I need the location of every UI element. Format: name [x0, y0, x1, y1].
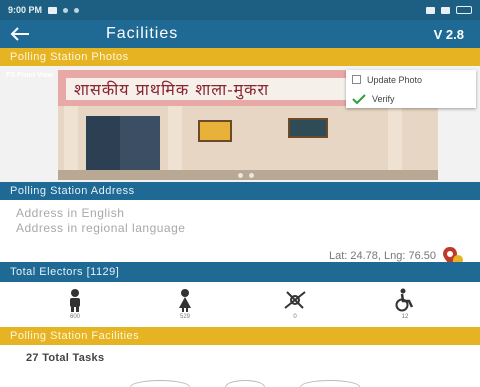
sim-icon	[48, 6, 58, 14]
photo-column	[64, 106, 78, 180]
verify-label: Verify	[372, 93, 395, 104]
female-voter-icon	[179, 289, 191, 312]
male-voter-count: 600	[69, 314, 80, 320]
female-voter-count: 529	[179, 314, 190, 320]
nav-back-button[interactable]	[130, 380, 190, 387]
checkmark-icon	[352, 93, 366, 104]
app-version: V 2.8	[433, 26, 464, 42]
nav-recents-button[interactable]	[300, 380, 360, 387]
photo-notice-painting	[258, 126, 368, 168]
address-english[interactable]: Address in English	[16, 206, 464, 221]
app-bar: Facilities V 2.8	[0, 20, 480, 48]
coordinates-text: Lat: 24.78, Lng: 76.50	[328, 250, 436, 262]
male-voters[interactable]: 600	[62, 288, 88, 320]
notification-icon	[74, 7, 80, 13]
back-button[interactable]	[10, 22, 46, 46]
arrow-left-icon	[10, 27, 29, 41]
verify-option[interactable]: Verify	[346, 89, 476, 108]
photo-column	[388, 106, 402, 180]
male-voter-icon	[70, 289, 80, 312]
total-tasks[interactable]: 27 Total Tasks	[26, 352, 104, 364]
female-voters[interactable]: 529	[172, 288, 198, 320]
pwd-voters[interactable]: 12	[392, 288, 418, 320]
carousel-dot	[238, 173, 243, 178]
electors-breakdown: 600 529 0 12	[0, 283, 480, 325]
third-gender-voters[interactable]: 0	[282, 288, 308, 320]
battery-icon	[456, 6, 472, 14]
third-gender-icon	[284, 291, 306, 309]
photo-options-menu: Update Photo Verify	[346, 70, 476, 108]
update-photo-option[interactable]: Update Photo	[346, 70, 476, 89]
photo-signboard: शासकीय प्राथमिक शाला-मुकरा	[66, 78, 366, 100]
status-bar: 9:00 PM	[0, 0, 480, 20]
third-gender-voter-count: 0	[293, 314, 297, 320]
signal-icon	[441, 6, 450, 14]
carousel-dot	[249, 173, 254, 178]
status-time: 9:00 PM	[8, 5, 43, 15]
pwd-voter-count: 12	[401, 314, 409, 320]
address-section-header: Polling Station Address	[0, 182, 480, 200]
photo-window	[198, 120, 232, 142]
facilities-section-header: Polling Station Facilities	[0, 327, 480, 345]
checkbox-icon	[352, 75, 361, 84]
photo-column	[168, 106, 182, 180]
nav-home-button[interactable]	[225, 380, 265, 387]
pwd-voter-icon	[395, 288, 414, 312]
carousel-indicator	[238, 173, 254, 178]
wifi-icon	[426, 6, 435, 14]
update-photo-label: Update Photo	[367, 74, 423, 85]
photo-label: PS Front View	[6, 72, 53, 79]
notification-icon	[63, 7, 69, 13]
photos-section-header: Polling Station Photos	[0, 48, 480, 66]
page-title: Facilities	[106, 25, 179, 42]
address-regional[interactable]: Address in regional language	[16, 221, 464, 236]
electors-section-header: Total Electors [1129]	[0, 262, 480, 282]
